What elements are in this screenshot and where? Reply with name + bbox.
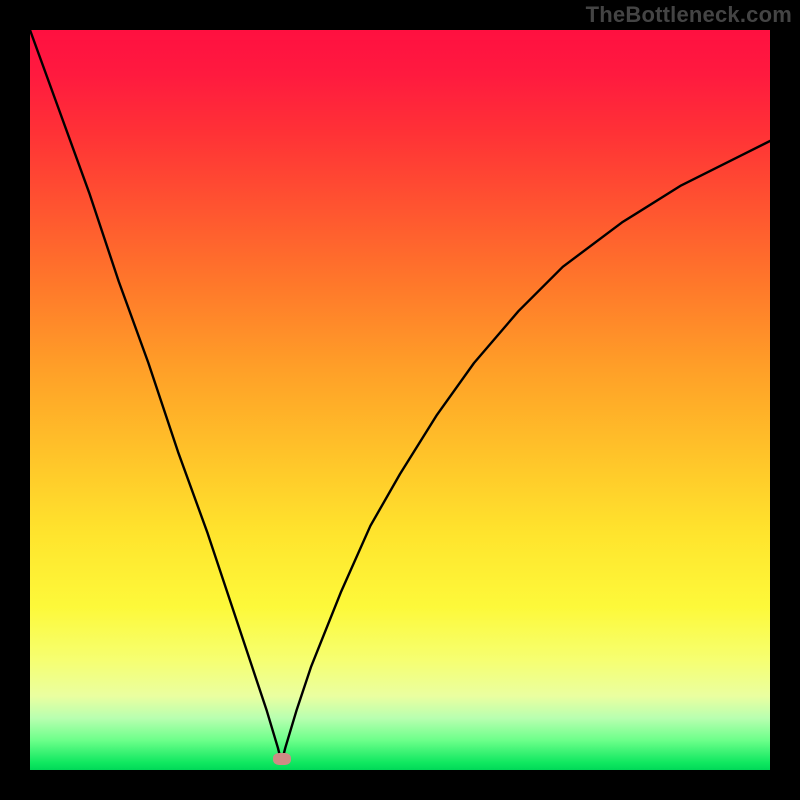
plot-area — [30, 30, 770, 770]
bottleneck-curve — [30, 30, 770, 770]
chart-container: TheBottleneck.com — [0, 0, 800, 800]
watermark-text: TheBottleneck.com — [586, 2, 792, 28]
bottleneck-marker — [273, 753, 291, 765]
